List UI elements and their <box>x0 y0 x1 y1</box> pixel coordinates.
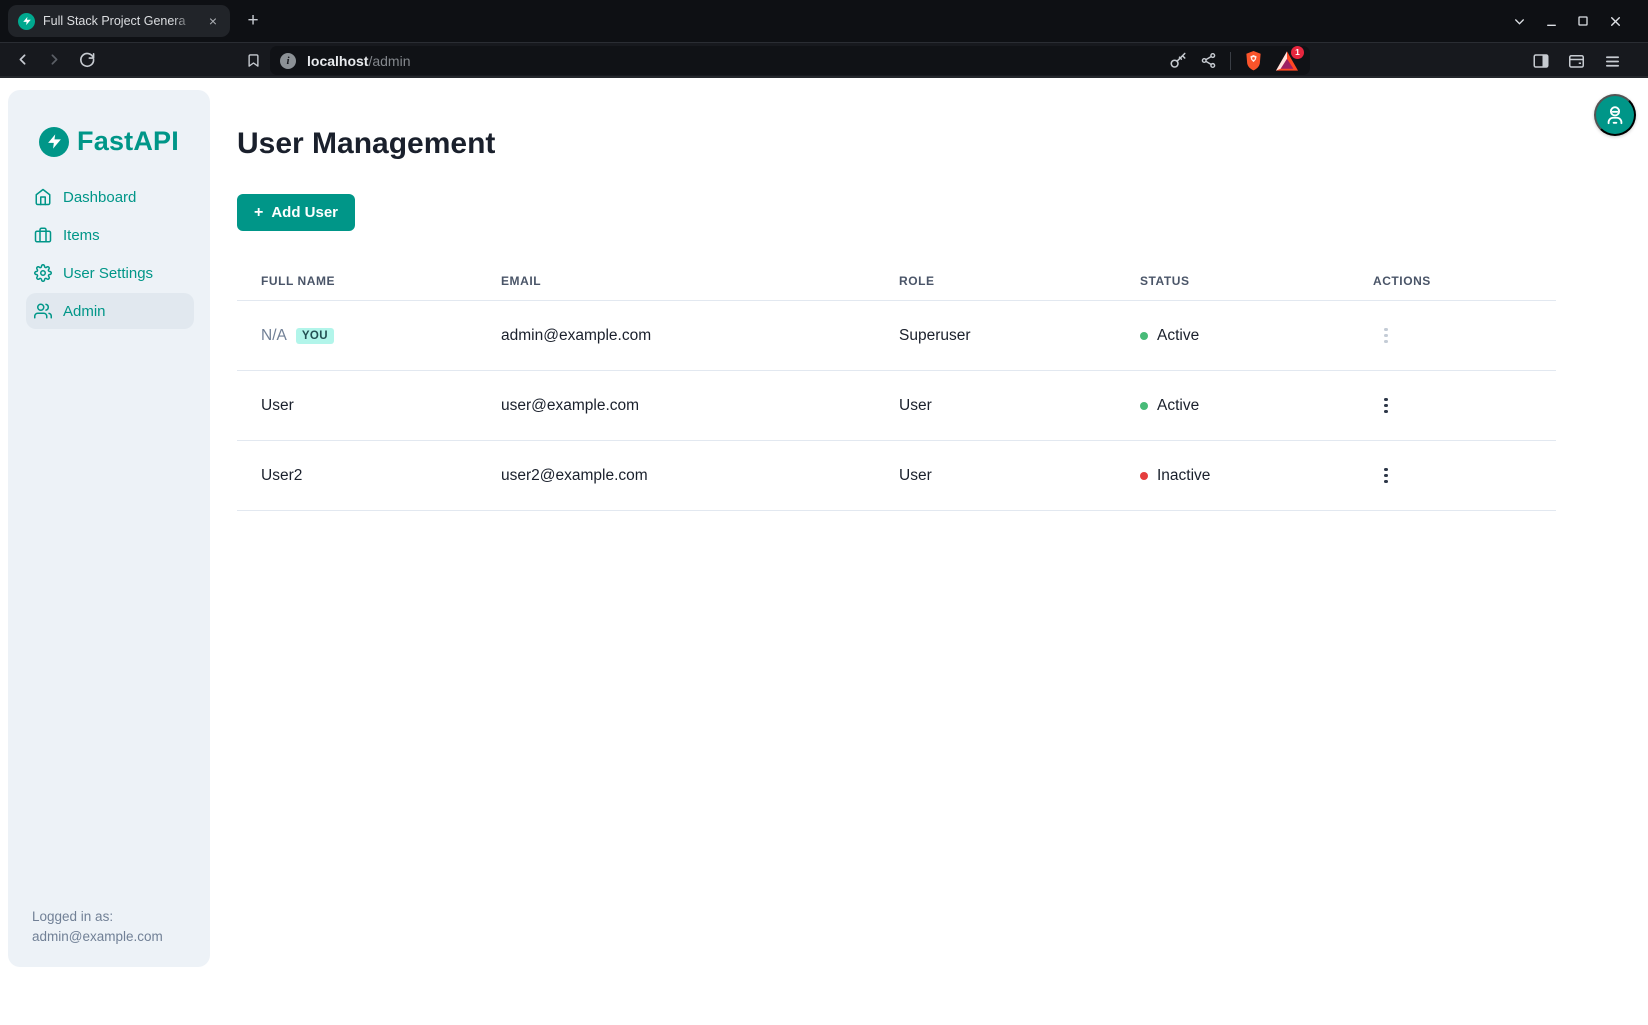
cell-full-name: User <box>237 397 477 415</box>
cell-actions <box>1349 393 1556 419</box>
tab-strip: Full Stack Project Genera × + <box>0 0 1648 42</box>
users-icon <box>34 302 52 320</box>
row-actions-menu-button[interactable] <box>1373 463 1399 489</box>
row-actions-menu-button[interactable] <box>1373 323 1399 349</box>
users-table: FULL NAME EMAIL ROLE STATUS ACTIONS N/A … <box>237 261 1556 511</box>
sidebar-item-label: User Settings <box>63 265 153 282</box>
site-info-icon[interactable]: i <box>280 53 296 69</box>
sidebar-footer: Logged in as: admin@example.com <box>32 907 163 947</box>
url-host: localhost <box>307 53 368 69</box>
cell-email: user2@example.com <box>477 467 875 485</box>
plus-icon: + <box>254 204 263 222</box>
home-icon <box>34 188 52 206</box>
column-header-actions: ACTIONS <box>1349 274 1556 288</box>
toolbar-divider <box>1230 52 1231 70</box>
menu-hamburger-icon[interactable] <box>1603 53 1622 70</box>
table-row: User user@example.com User Active <box>237 371 1556 441</box>
status-label: Inactive <box>1157 467 1210 485</box>
table-row: N/A YOU admin@example.com Superuser Acti… <box>237 301 1556 371</box>
you-badge: YOU <box>296 328 334 344</box>
cell-actions <box>1349 463 1556 489</box>
column-header-role: ROLE <box>875 274 1116 288</box>
tab-search-chevron-icon[interactable] <box>1510 12 1528 30</box>
cell-email: user@example.com <box>477 397 875 415</box>
sidebar-item-label: Admin <box>63 303 106 320</box>
wallet-icon[interactable] <box>1567 52 1586 70</box>
cell-email: admin@example.com <box>477 327 875 345</box>
browser-toolbar: i localhost/admin 1 <box>0 42 1648 78</box>
forward-button[interactable] <box>40 46 68 74</box>
cell-full-name: User2 <box>237 467 477 485</box>
main-area: User Management + Add User FULL NAME EMA… <box>210 78 1648 1025</box>
table-row: User2 user2@example.com User Inactive <box>237 441 1556 511</box>
password-key-icon[interactable] <box>1169 52 1187 70</box>
rewards-badge: 1 <box>1291 46 1304 59</box>
tab-title: Full Stack Project Genera <box>43 14 196 28</box>
user-astronaut-icon <box>1604 104 1626 126</box>
logo-text: FastAPI <box>77 126 179 157</box>
fastapi-favicon-icon <box>18 13 35 30</box>
logged-in-as-label: Logged in as: <box>32 907 163 927</box>
briefcase-icon <box>34 226 52 244</box>
column-header-full-name: FULL NAME <box>237 274 477 288</box>
page-title: User Management <box>237 127 1648 161</box>
user-menu-button[interactable] <box>1594 94 1636 136</box>
add-user-button[interactable]: + Add User <box>237 194 355 231</box>
sidebar-item-label: Dashboard <box>63 189 136 206</box>
cell-role: Superuser <box>875 327 1116 345</box>
column-header-email: EMAIL <box>477 274 875 288</box>
fastapi-logo: FastAPI <box>8 90 210 157</box>
cell-full-name: N/A YOU <box>237 327 477 345</box>
sidebar-item-items[interactable]: Items <box>26 217 194 253</box>
full-name-value: N/A <box>261 327 287 345</box>
cell-role: User <box>875 467 1116 485</box>
row-actions-menu-button[interactable] <box>1373 393 1399 419</box>
add-user-label: Add User <box>271 204 338 221</box>
fastapi-logo-icon <box>39 127 69 157</box>
sidebar: FastAPI Dashboard Items User Settings <box>8 90 210 967</box>
brave-rewards-icon[interactable]: 1 <box>1276 51 1298 71</box>
bookmark-icon[interactable] <box>240 47 266 73</box>
cell-status: Active <box>1116 397 1349 415</box>
brave-shield-icon[interactable] <box>1244 50 1263 71</box>
cell-actions <box>1349 323 1556 349</box>
window-minimize-button[interactable] <box>1542 12 1560 30</box>
url-text: localhost/admin <box>307 53 411 69</box>
reload-button[interactable] <box>72 46 100 74</box>
sidebar-item-dashboard[interactable]: Dashboard <box>26 179 194 215</box>
sidebar-item-admin[interactable]: Admin <box>26 293 194 329</box>
new-tab-button[interactable]: + <box>240 8 266 34</box>
sidebar-item-user-settings[interactable]: User Settings <box>26 255 194 291</box>
table-header-row: FULL NAME EMAIL ROLE STATUS ACTIONS <box>237 261 1556 301</box>
status-label: Active <box>1157 327 1199 345</box>
cell-status: Inactive <box>1116 467 1349 485</box>
cell-role: User <box>875 397 1116 415</box>
back-button[interactable] <box>8 46 36 74</box>
url-bar[interactable]: i localhost/admin 1 <box>270 46 1310 75</box>
sidebar-item-label: Items <box>63 227 100 244</box>
browser-tab[interactable]: Full Stack Project Genera × <box>8 5 230 37</box>
column-header-status: STATUS <box>1116 274 1349 288</box>
cell-status: Active <box>1116 327 1349 345</box>
tab-close-icon[interactable]: × <box>204 12 222 30</box>
status-dot <box>1140 402 1148 410</box>
sidebar-toggle-icon[interactable] <box>1532 52 1550 70</box>
status-dot <box>1140 472 1148 480</box>
logged-in-email: admin@example.com <box>32 927 163 947</box>
status-label: Active <box>1157 397 1199 415</box>
share-icon[interactable] <box>1200 52 1217 69</box>
window-close-button[interactable] <box>1606 12 1624 30</box>
status-dot <box>1140 332 1148 340</box>
page-content: FastAPI Dashboard Items User Settings <box>0 78 1648 1025</box>
url-path: /admin <box>368 53 410 69</box>
gear-icon <box>34 264 52 282</box>
window-maximize-button[interactable] <box>1574 12 1592 30</box>
